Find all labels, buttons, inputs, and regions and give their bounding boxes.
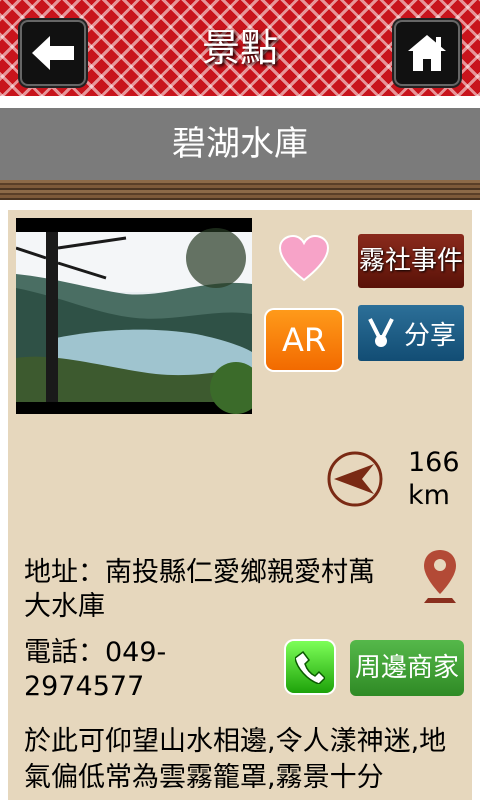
home-icon [408, 35, 446, 71]
nearby-shops-button[interactable]: 周邊商家 [350, 640, 464, 696]
attraction-name: 碧湖水庫 [0, 108, 480, 180]
address-text: 地址：南投縣仁愛鄉親愛村萬大水庫 [24, 556, 394, 624]
address-label: 地址： [24, 557, 105, 588]
attraction-photo[interactable] [16, 218, 252, 414]
wood-divider [0, 180, 480, 200]
home-button[interactable] [394, 20, 460, 86]
header-divider [0, 96, 480, 108]
distance-unit: km [408, 480, 450, 511]
share-icon [368, 318, 394, 347]
share-label: 分享 [403, 320, 456, 351]
distance-readout: 166 km [408, 446, 460, 512]
share-button[interactable]: 分享 [358, 305, 464, 361]
phone-label: 電話： [24, 637, 105, 668]
map-pin-icon[interactable] [420, 548, 460, 604]
description-text: 於此可仰望山水相邊,令人漾神迷,地氣偏低常為雲霧籠罩,霧景十分 [24, 726, 447, 793]
wushe-incident-button[interactable]: 霧社事件 [358, 234, 464, 288]
phone-text: 電話：049-2974577 [24, 636, 284, 704]
arrow-left-icon [32, 36, 74, 70]
phone-icon [295, 650, 325, 684]
distance-value: 166 [408, 447, 460, 478]
call-button[interactable] [286, 641, 334, 693]
heart-icon[interactable] [278, 234, 330, 284]
ar-button[interactable]: AR [266, 310, 342, 370]
back-button[interactable] [20, 20, 86, 86]
direction-arrow-icon [327, 451, 383, 507]
